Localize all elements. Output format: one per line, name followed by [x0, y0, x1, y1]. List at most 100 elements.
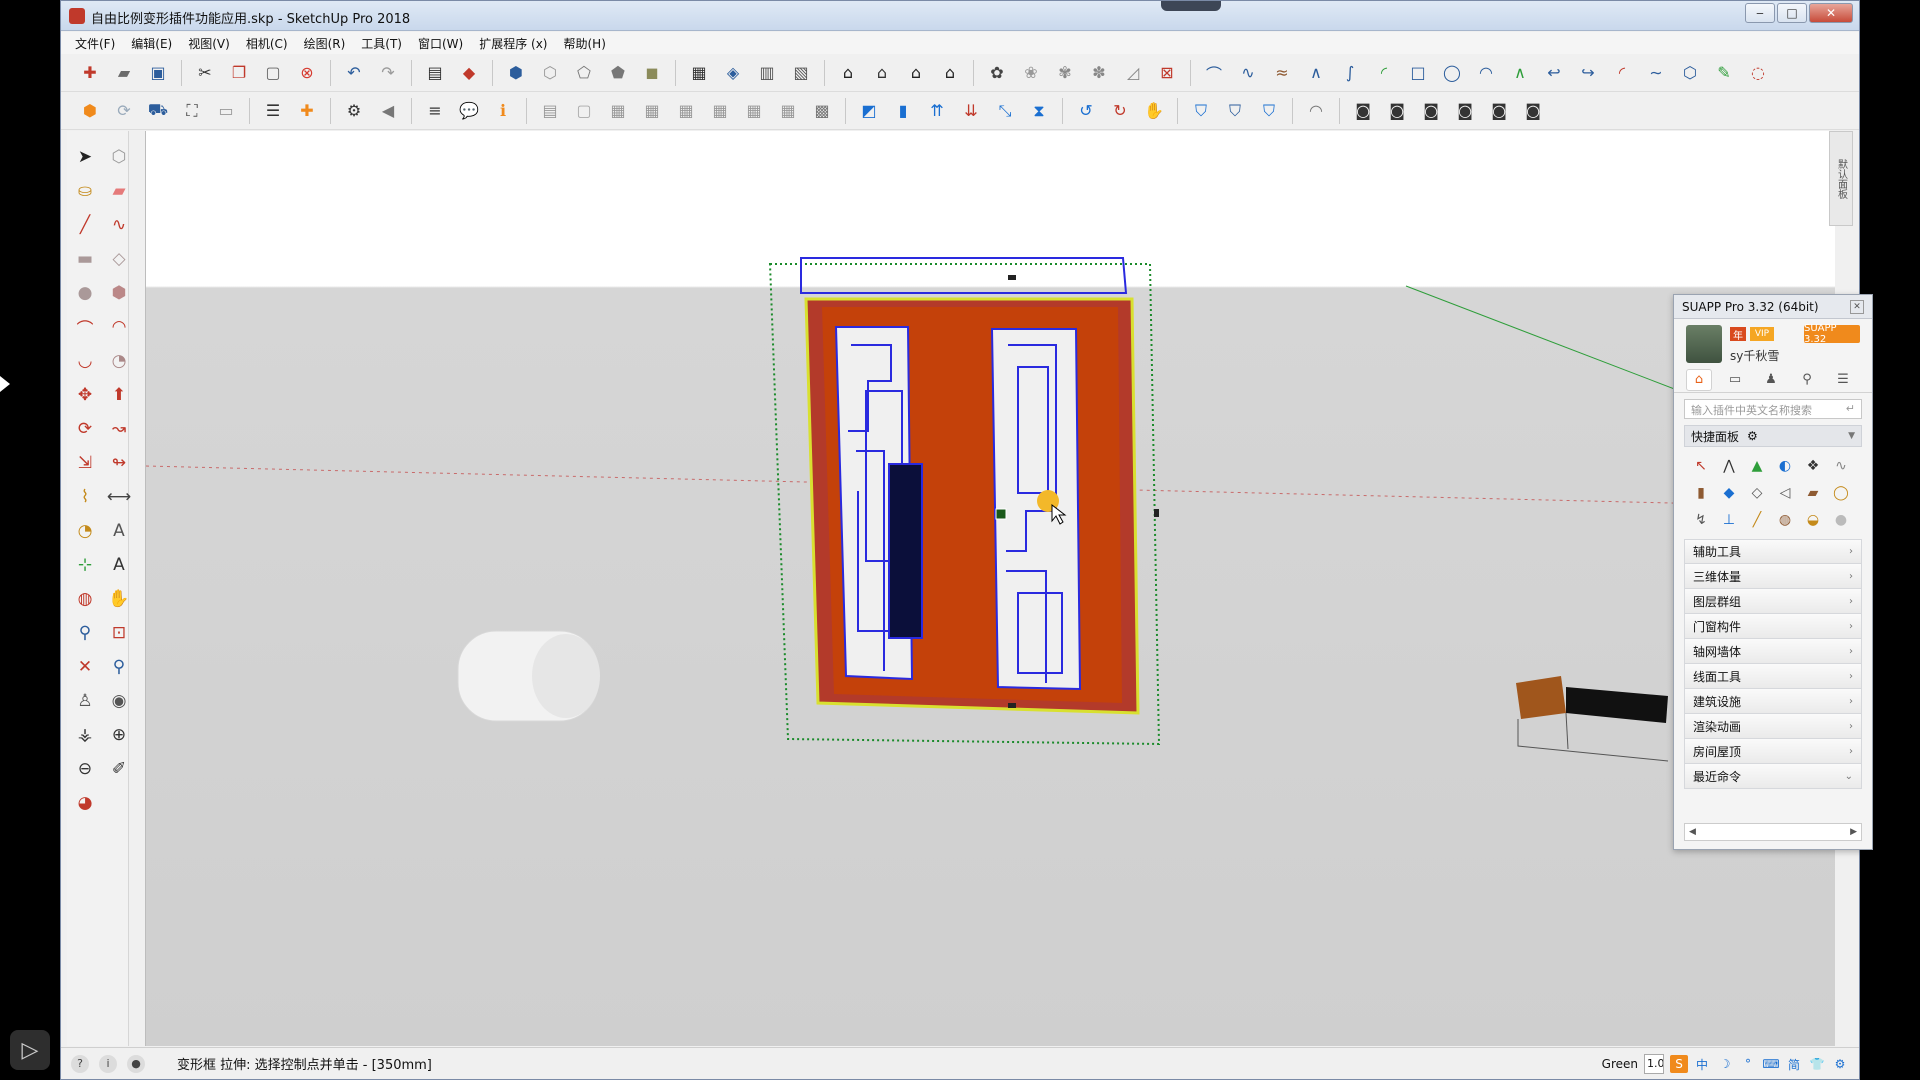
measure-angle-icon[interactable]: ◕ — [71, 789, 99, 817]
sine-curve-icon[interactable]: ∫ — [1337, 60, 1363, 86]
paint-tray-icon[interactable]: ⛟ — [145, 98, 171, 124]
suapp-scrollbar[interactable]: ◀ ▶ — [1684, 823, 1862, 841]
quick-plugin-icon[interactable]: ▲ — [1746, 455, 1768, 477]
avatar[interactable] — [1686, 325, 1722, 363]
category-item[interactable]: 图层群组 › — [1684, 589, 1862, 614]
scroll-left-icon[interactable]: ◀ — [1689, 827, 1696, 837]
category-item[interactable]: 建筑设施 › — [1684, 689, 1862, 714]
look-around-icon[interactable]: ◉ — [105, 687, 133, 715]
zoom-window-icon[interactable]: ⊡ — [105, 619, 133, 647]
close-button[interactable]: ✕ — [1809, 3, 1853, 23]
polyline-icon[interactable]: ∧ — [1303, 60, 1329, 86]
menu-help[interactable]: 帮助(H) — [563, 35, 605, 52]
menu-camera[interactable]: 相机(C) — [246, 35, 288, 52]
menu-tools[interactable]: 工具(T) — [361, 35, 402, 52]
layout-e-icon[interactable]: ▦ — [741, 98, 767, 124]
rotated-rect-icon[interactable]: ◇ — [105, 245, 133, 273]
group-f-icon[interactable]: ◙ — [1520, 98, 1546, 124]
rotate-left-icon[interactable]: ↺ — [1073, 98, 1099, 124]
text-icon[interactable]: A — [105, 517, 133, 545]
group-c-icon[interactable]: ◙ — [1418, 98, 1444, 124]
curve-left-icon[interactable]: ↪ — [1575, 60, 1601, 86]
zigzag-line-icon[interactable]: ∿ — [1235, 60, 1261, 86]
measurements-field[interactable]: 1.0 — [1644, 1054, 1664, 1074]
extrude-icon[interactable]: ▮ — [890, 98, 916, 124]
tray-icon[interactable]: 简 — [1785, 1055, 1803, 1073]
suapp-shield-icon[interactable]: ⬢ — [77, 98, 103, 124]
camera-scene-icon[interactable]: ⛶ — [179, 98, 205, 124]
sandbox-detail-icon[interactable]: ⊠ — [1154, 60, 1180, 86]
share-component-icon[interactable]: ⌂ — [937, 60, 963, 86]
category-item[interactable]: 最近命令 ⌄ — [1684, 764, 1862, 789]
make-component-icon[interactable]: ⬡ — [105, 143, 133, 171]
move-icon[interactable]: ✥ — [71, 381, 99, 409]
three-point-arc-icon[interactable]: ◡ — [71, 347, 99, 375]
share-model-icon[interactable]: ⌂ — [869, 60, 895, 86]
tray-icon[interactable]: ° — [1739, 1055, 1757, 1073]
suapp-plus-icon[interactable]: ✚ — [294, 98, 320, 124]
sweep-icon[interactable]: ◠ — [1303, 98, 1329, 124]
shield-blue-icon[interactable]: ⛉ — [1222, 98, 1248, 124]
user-icon[interactable]: ♟ — [1758, 369, 1784, 391]
dynamic-comp-icon[interactable]: ✿ — [984, 60, 1010, 86]
quick-plugin-icon[interactable]: ◁ — [1774, 482, 1796, 504]
compass-icon[interactable]: ⊖ — [71, 755, 99, 783]
curve-right-icon[interactable]: ↩ — [1541, 60, 1567, 86]
pan-icon[interactable]: ✋ — [105, 585, 133, 613]
copy-icon[interactable]: ❐ — [226, 60, 252, 86]
layout-b-icon[interactable]: ▦ — [639, 98, 665, 124]
model-viewport[interactable] — [145, 131, 1835, 1046]
arc-red-icon[interactable]: ◜ — [1609, 60, 1635, 86]
new-file-icon[interactable]: ✚ — [77, 60, 103, 86]
photo-icon[interactable]: ▭ — [213, 98, 239, 124]
quick-plugin-icon[interactable]: ◇ — [1746, 482, 1768, 504]
extension-warehouse-icon[interactable]: ⌂ — [903, 60, 929, 86]
hourglass-icon[interactable]: ⧗ — [1026, 98, 1052, 124]
shield-thin-icon[interactable]: ⛉ — [1256, 98, 1282, 124]
open-folder-icon[interactable]: ▰ — [111, 60, 137, 86]
save-icon[interactable]: ▣ — [145, 60, 171, 86]
tape-measure-icon[interactable]: ⌇ — [71, 483, 99, 511]
quick-plugin-icon[interactable]: ╱ — [1746, 509, 1768, 531]
category-item[interactable]: 房间屋顶 › — [1684, 739, 1862, 764]
maximize-button[interactable]: □ — [1777, 3, 1807, 23]
group-a-icon[interactable]: ◙ — [1350, 98, 1376, 124]
dimension-icon[interactable]: ⟷ — [105, 483, 133, 511]
group-e-icon[interactable]: ◙ — [1486, 98, 1512, 124]
arc-green-icon[interactable]: ◜ — [1371, 60, 1397, 86]
half-arc-icon[interactable]: ◠ — [1473, 60, 1499, 86]
spiral-icon[interactable]: ◌ — [1745, 60, 1771, 86]
cut-icon[interactable]: ✂ — [192, 60, 218, 86]
search-icon[interactable]: ⚲ — [1794, 369, 1820, 391]
scale-icon[interactable]: ⇲ — [71, 449, 99, 477]
arrows-down-icon[interactable]: ⇊ — [958, 98, 984, 124]
category-item[interactable]: 门窗构件 › — [1684, 614, 1862, 639]
default-tray-tab[interactable]: 默认面板 — [1829, 131, 1853, 226]
paint-brush-icon[interactable]: ✐ — [105, 755, 133, 783]
grip-bottom[interactable] — [1008, 703, 1016, 708]
orbit-icon[interactable]: ◍ — [71, 585, 99, 613]
quick-plugin-icon[interactable]: ↯ — [1690, 509, 1712, 531]
layout-d-icon[interactable]: ▦ — [707, 98, 733, 124]
speaker-icon[interactable]: ◀ — [375, 98, 401, 124]
hand-icon[interactable]: ✋ — [1141, 98, 1167, 124]
freehand-icon[interactable]: ∿ — [105, 211, 133, 239]
category-item[interactable]: 线面工具 › — [1684, 664, 1862, 689]
quick-plugin-icon[interactable]: ∿ — [1830, 455, 1852, 477]
circle-outline-icon[interactable]: ◯ — [1439, 60, 1465, 86]
rotate-right-icon[interactable]: ↻ — [1107, 98, 1133, 124]
previous-view-icon[interactable]: ⚲ — [105, 653, 133, 681]
bench-object[interactable] — [1516, 676, 1669, 762]
layers-icon[interactable]: ▦ — [686, 60, 712, 86]
doc-gray-icon[interactable]: ▤ — [537, 98, 563, 124]
menu-draw[interactable]: 绘图(R) — [304, 35, 346, 52]
two-point-arc-icon[interactable]: ◠ — [105, 313, 133, 341]
quick-plugin-icon[interactable]: ▰ — [1802, 482, 1824, 504]
menu-edit[interactable]: 编辑(E) — [131, 35, 172, 52]
quick-plugin-icon[interactable]: ◒ — [1802, 509, 1824, 531]
menu-view[interactable]: 视图(V) — [188, 35, 230, 52]
circle-icon[interactable]: ● — [71, 279, 99, 307]
protractor-icon[interactable]: ◔ — [71, 517, 99, 545]
paint-bucket-icon[interactable]: ⛀ — [71, 177, 99, 205]
zigzag-green-icon[interactable]: ∧ — [1507, 60, 1533, 86]
